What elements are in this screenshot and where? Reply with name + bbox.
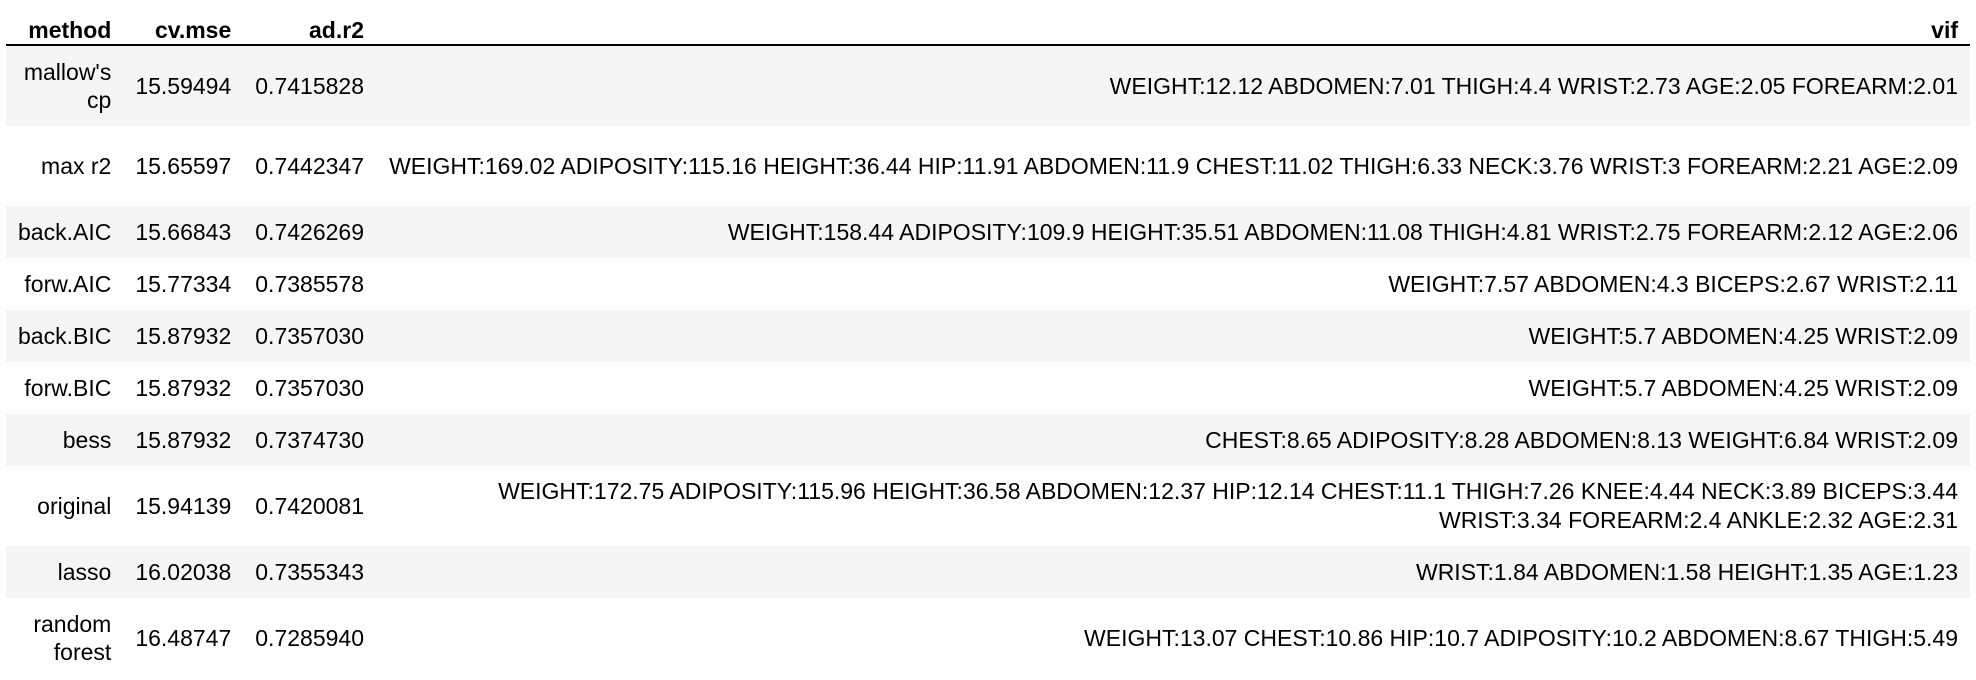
table-body: mallow's cp 15.59494 0.7415828 WEIGHT:12… [6,45,1970,678]
cell-ad-r2: 0.7420081 [255,493,364,519]
cell-ad-r2: 0.7357030 [243,310,376,362]
cell-cv-mse: 15.77334 [135,271,232,297]
cell-method: back.BIC [6,310,124,362]
cell-vif: WEIGHT:12.12 ABDOMEN:7.01 THIGH:4.4 WRIS… [376,45,1970,126]
cell-vif: WEIGHT:169.02 ADIPOSITY:115.16 HEIGHT:36… [389,152,1958,179]
cell-ad-r2: 0.7357030 [255,375,364,401]
cell-vif: WEIGHT:158.44 ADIPOSITY:109.9 HEIGHT:35.… [376,206,1970,258]
cell-vif: WEIGHT:7.57 ABDOMEN:4.3 BICEPS:2.67 WRIS… [1388,270,1958,297]
cell-vif: CHEST:8.65 ADIPOSITY:8.28 ABDOMEN:8.13 W… [376,414,1970,466]
cell-cv-mse: 15.87932 [123,310,244,362]
cell-cv-mse: 15.87932 [123,414,244,466]
cell-cv-mse: 16.48747 [135,625,232,651]
cell-method: back.AIC [6,206,124,258]
table-row: mallow's cp 15.59494 0.7415828 WEIGHT:12… [6,45,1970,126]
cell-method: bess [6,414,124,466]
cell-ad-r2: 0.7415828 [243,45,376,126]
cell-ad-r2: 0.7355343 [243,546,376,598]
cell-vif: WEIGHT:13.07 CHEST:10.86 HIP:10.7 ADIPOS… [1084,624,1958,651]
cell-method: mallow's cp [6,45,124,126]
cell-ad-r2: 0.7426269 [243,206,376,258]
cell-method: lasso [6,546,124,598]
cell-ad-r2: 0.7385578 [255,271,364,297]
header-method[interactable]: method [6,0,124,46]
results-table-container: method cv.mse ad.r2 vif mallow's cp 15.5… [6,0,1970,678]
header-vif[interactable]: vif [376,0,1970,46]
table-row: back.BIC 15.87932 0.7357030 WEIGHT:5.7 A… [6,310,1970,362]
header-row: method cv.mse ad.r2 vif [6,0,1970,46]
results-table: method cv.mse ad.r2 vif mallow's cp 15.5… [6,0,1970,678]
header-cv-mse[interactable]: cv.mse [123,0,244,46]
cell-method: original [37,493,112,519]
cell-cv-mse: 15.87932 [135,375,232,401]
table-row: forw.BIC 15.87932 0.7357030 WEIGHT:5.7 A… [6,362,1970,414]
cell-cv-mse: 15.66843 [123,206,244,258]
cell-cv-mse: 15.65597 [135,153,232,179]
cell-cv-mse: 15.94139 [135,493,232,519]
cell-method: forw.BIC [24,375,112,401]
table-row: forw.AIC 15.77334 0.7385578 WEIGHT:7.57 … [6,258,1970,310]
cell-method: forw.AIC [24,271,112,297]
cell-method: max r2 [41,153,112,179]
cell-ad-r2: 0.7442347 [255,153,364,179]
cell-vif: WEIGHT:5.7 ABDOMEN:4.25 WRIST:2.09 [376,310,1970,362]
cell-method: random forest [33,611,112,665]
table-row: bess 15.87932 0.7374730 CHEST:8.65 ADIPO… [6,414,1970,466]
cell-ad-r2: 0.7285940 [255,625,364,651]
cell-ad-r2: 0.7374730 [243,414,376,466]
table-row: max r2 15.65597 0.7442347 WEIGHT:169.02 … [6,126,1970,206]
table-row: lasso 16.02038 0.7355343 WRIST:1.84 ABDO… [6,546,1970,598]
cell-cv-mse: 15.59494 [123,45,244,126]
cell-vif: WEIGHT:172.75 ADIPOSITY:115.96 HEIGHT:36… [498,478,1958,533]
table-row: random forest 16.48747 0.7285940 WEIGHT:… [6,598,1970,678]
header-ad-r2[interactable]: ad.r2 [243,0,376,46]
cell-vif: WRIST:1.84 ABDOMEN:1.58 HEIGHT:1.35 AGE:… [376,546,1970,598]
table-header: method cv.mse ad.r2 vif [6,0,1970,46]
cell-cv-mse: 16.02038 [123,546,244,598]
table-row: original 15.94139 0.7420081 WEIGHT:172.7… [6,466,1970,546]
cell-vif: WEIGHT:5.7 ABDOMEN:4.25 WRIST:2.09 [1528,374,1958,401]
table-row: back.AIC 15.66843 0.7426269 WEIGHT:158.4… [6,206,1970,258]
